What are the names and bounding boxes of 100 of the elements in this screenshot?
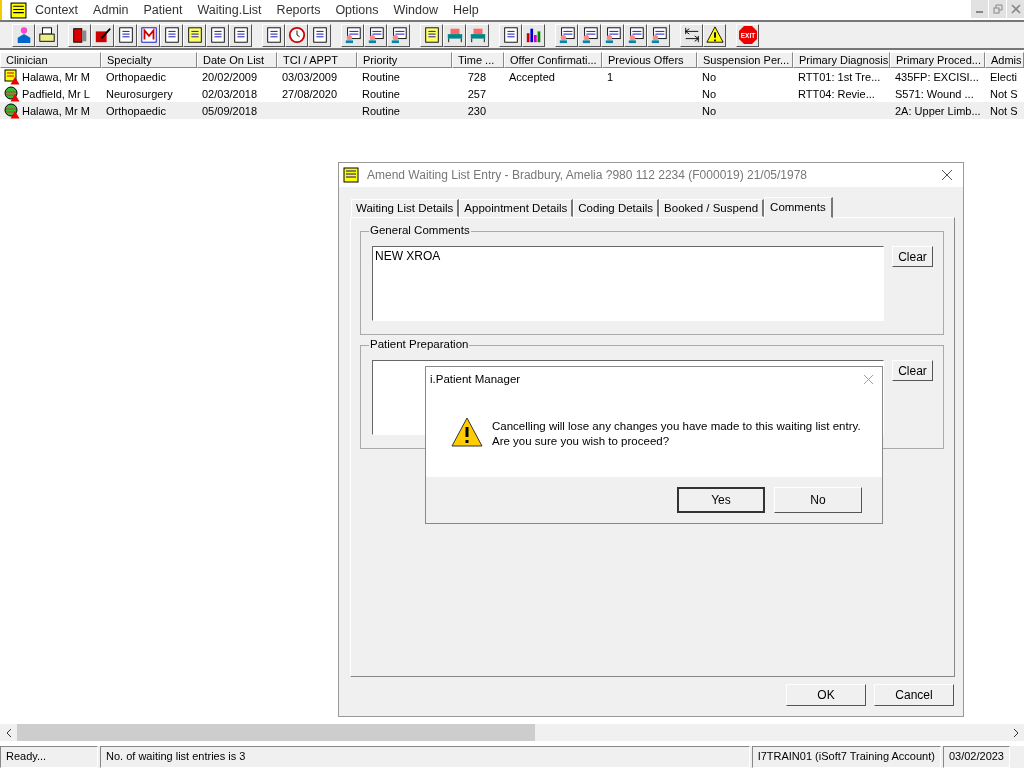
toolbar-button[interactable] <box>229 23 252 47</box>
toolbar-button[interactable] <box>601 23 624 47</box>
toolbar-button[interactable] <box>624 23 647 47</box>
toolbar-button[interactable] <box>206 23 229 47</box>
close-icon <box>1010 4 1021 14</box>
column-header[interactable]: Previous Offers <box>602 52 697 68</box>
tab[interactable]: Comments <box>764 197 833 218</box>
bar-chart-icon <box>524 26 543 44</box>
toolbar-button[interactable] <box>68 23 91 47</box>
toolbar-button[interactable] <box>466 23 489 47</box>
toolbar-button[interactable] <box>443 23 466 47</box>
menu-item[interactable]: Options <box>335 3 379 17</box>
cancel-button[interactable]: Cancel <box>874 684 954 706</box>
table-cell: Routine <box>362 104 400 117</box>
letter-icon <box>139 26 158 44</box>
document-icon <box>422 26 441 44</box>
table-cell: 230 <box>467 104 486 117</box>
status-bar-pane: No. of waiting list entries is 3 <box>100 746 750 768</box>
column-header[interactable]: Clinician <box>0 52 101 68</box>
text-area[interactable]: NEW XROA <box>372 246 884 321</box>
toolbar-button[interactable] <box>341 23 364 47</box>
document-icon <box>231 26 250 44</box>
column-header[interactable]: TCI / APPT <box>277 52 357 68</box>
status-bar-pane: I7TRAIN01 (iSoft7 Training Account) <box>751 746 941 768</box>
table-cell: Routine <box>362 70 400 83</box>
toolbar-button[interactable] <box>578 23 601 47</box>
minimize-button[interactable] <box>971 0 988 18</box>
toolbar-button[interactable] <box>499 23 522 47</box>
toolbar-button[interactable] <box>285 23 308 47</box>
close-button[interactable] <box>1007 0 1024 18</box>
table-cell: No <box>702 70 717 83</box>
toolbar-button[interactable] <box>12 23 35 47</box>
document-icon <box>185 26 204 44</box>
list-warning-icon <box>4 68 20 85</box>
toolbar-button[interactable] <box>91 23 114 47</box>
toolbar-button[interactable] <box>262 23 285 47</box>
pen-icon <box>93 26 112 44</box>
toolbar-button[interactable] <box>183 23 206 47</box>
yes-button[interactable]: Yes <box>677 487 765 513</box>
ok-button[interactable]: OK <box>786 684 866 706</box>
toolbar-button[interactable] <box>555 23 578 47</box>
column-header[interactable]: Priority <box>357 52 452 68</box>
toolbar-button[interactable] <box>680 23 703 47</box>
status-bar-pane: Ready... <box>0 746 98 768</box>
menu-item[interactable]: Help <box>452 3 479 17</box>
table-cell: RTT04: Revie... <box>798 87 875 100</box>
column-header[interactable]: Date On List <box>197 52 277 68</box>
table-cell: No <box>702 104 717 117</box>
toolbar-button[interactable] <box>522 23 545 47</box>
tab[interactable]: Appointment Details <box>459 199 574 217</box>
toolbar-button[interactable] <box>387 23 410 47</box>
scrollbar-thumb[interactable] <box>17 724 535 741</box>
tab[interactable]: Waiting List Details <box>351 199 460 217</box>
close-icon[interactable] <box>941 169 953 181</box>
person-document-icon <box>603 26 622 44</box>
table-cell: No <box>702 87 717 100</box>
table-cell: Not S <box>990 104 1018 117</box>
menu-item[interactable]: Patient <box>143 3 183 17</box>
toolbar-button[interactable] <box>114 23 137 47</box>
document-icon <box>116 26 135 44</box>
tab[interactable]: Coding Details <box>573 199 660 217</box>
table-cell: 27/08/2020 <box>282 87 338 100</box>
table-cell: 03/03/2009 <box>282 70 338 83</box>
group-label: Patient Preparation <box>369 338 470 350</box>
toolbar-button[interactable] <box>308 23 331 47</box>
globe-warning-icon <box>4 85 20 102</box>
toolbar-button[interactable] <box>137 23 160 47</box>
column-header[interactable]: Specialty <box>101 52 197 68</box>
minimize-icon <box>976 11 983 13</box>
table-cell: 02/03/2018 <box>202 87 258 100</box>
toolbar-button[interactable] <box>647 23 670 47</box>
clear-button[interactable]: Clear <box>892 360 933 381</box>
toolbar-button[interactable] <box>703 23 726 47</box>
app-menu-icon[interactable] <box>10 1 27 19</box>
menu-item[interactable]: Context <box>35 3 79 17</box>
table-cell: RTT01: 1st Tre... <box>798 70 881 83</box>
document-icon <box>343 167 359 183</box>
table-cell: 1 <box>607 70 614 83</box>
status-bar-pane: 03/02/2023 <box>942 746 1010 768</box>
column-header[interactable]: Suspension Per... <box>697 52 793 68</box>
column-header[interactable]: Offer Confirmati... <box>504 52 602 68</box>
menu-item[interactable]: Reports <box>276 3 321 17</box>
toolbar-button[interactable] <box>160 23 183 47</box>
column-header[interactable]: Primary Diagnosis <box>793 52 890 68</box>
menu-item[interactable]: Waiting.List <box>197 3 262 17</box>
person-document-icon <box>557 26 576 44</box>
column-header[interactable]: Time ... <box>452 52 504 68</box>
toolbar-button[interactable] <box>364 23 387 47</box>
clock-icon <box>287 26 306 44</box>
menu-item[interactable]: Admin <box>93 3 129 17</box>
no-button[interactable]: No <box>774 487 862 513</box>
dialog-title: Amend Waiting List Entry - Bradbury, Amelia ?980 112 2234 (F000019) 21/05/1978 <box>367 168 808 182</box>
column-header[interactable]: Admis <box>985 52 1024 68</box>
document-icon <box>162 26 181 44</box>
menu-item[interactable]: Window <box>393 3 438 17</box>
column-header[interactable]: Primary Proced... <box>890 52 985 68</box>
toolbar-button[interactable] <box>35 23 58 47</box>
clear-button[interactable]: Clear <box>892 246 933 267</box>
globe-warning-icon <box>4 102 20 119</box>
toolbar-button[interactable] <box>420 23 443 47</box>
